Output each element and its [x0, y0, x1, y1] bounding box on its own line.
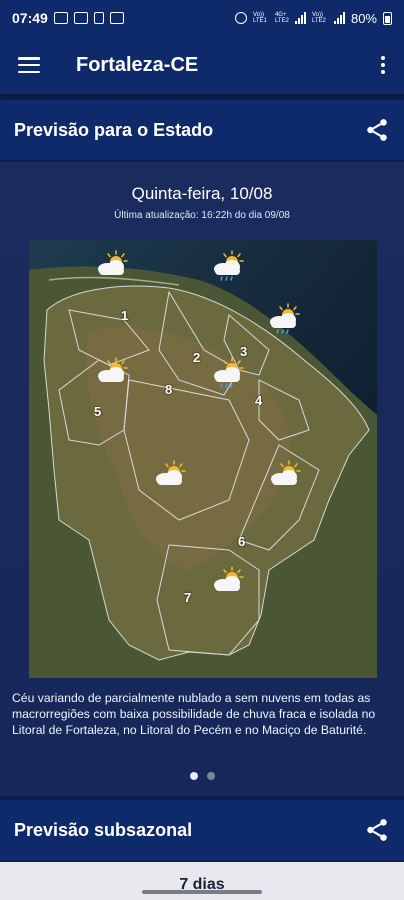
- region-number: 1: [121, 308, 129, 323]
- status-bar: 07:49 Vo)) LTE1 4G+ LTE2 Vo)) LTE2 80%: [0, 0, 404, 36]
- image-icon: [109, 12, 124, 24]
- last-updated: Última atualização: 16:22h do dia 09/08: [114, 210, 290, 221]
- carousel-dot-active[interactable]: [189, 772, 198, 780]
- state-forecast-card: Quinta-feira, 10/08 Última atualização: …: [0, 162, 404, 796]
- partly-cloudy-icon: [95, 357, 129, 385]
- status-time: 07:49: [12, 10, 48, 26]
- app-bar: Fortaleza-CE: [0, 36, 404, 94]
- partly-cloudy-icon: [211, 566, 245, 594]
- forecast-date: Quinta-feira, 10/08: [131, 184, 273, 203]
- notification-icon: [73, 12, 88, 24]
- share-icon[interactable]: [364, 817, 390, 843]
- forecast-description: Céu variando de parcialmente nublado a s…: [12, 691, 376, 737]
- alarm-icon: [234, 12, 247, 24]
- share-icon[interactable]: [364, 117, 390, 143]
- battery-percent: 80%: [350, 10, 377, 26]
- region-number: 8: [165, 382, 173, 397]
- region-number: 6: [238, 534, 246, 549]
- region-number: 2: [193, 350, 201, 365]
- state-forecast-header: Previsão para o Estado: [0, 100, 404, 160]
- ceara-forecast-map[interactable]: 1 2 3 4 5 6 7 8: [29, 240, 377, 678]
- region-number: 3: [240, 344, 248, 359]
- network-label: 4G+ LTE2: [274, 12, 289, 24]
- more-vert-icon[interactable]: [380, 56, 386, 74]
- region-number: 5: [94, 404, 102, 419]
- partly-cloudy-rain-icon: [211, 250, 245, 282]
- region-number: 4: [255, 393, 263, 408]
- map-graphic: [29, 240, 377, 678]
- signal-icon: [294, 12, 306, 24]
- section-title: Previsão subsazonal: [14, 819, 193, 840]
- gesture-nav-handle[interactable]: [142, 890, 262, 894]
- battery-icon: [383, 11, 392, 25]
- hamburger-menu-icon[interactable]: [18, 57, 40, 73]
- partly-cloudy-icon: [95, 250, 129, 278]
- notification-icon: [53, 12, 68, 24]
- section-title: Previsão para o Estado: [14, 119, 214, 140]
- app-title: Fortaleza-CE: [76, 53, 199, 76]
- region-number: 7: [184, 590, 192, 605]
- network-label: Vo)) LTE2: [311, 12, 326, 24]
- partly-cloudy-icon: [268, 460, 302, 488]
- carousel-indicator[interactable]: [0, 772, 404, 780]
- subseasonal-card: 7 dias: [0, 862, 404, 900]
- partly-cloudy-icon: [153, 460, 187, 488]
- network-label: Vo)) LTE1: [252, 12, 267, 24]
- carousel-dot[interactable]: [206, 772, 215, 780]
- lock-icon: [93, 12, 104, 24]
- partly-cloudy-rain-icon: [267, 303, 301, 335]
- signal-icon: [333, 12, 345, 24]
- subseasonal-header: Previsão subsazonal: [0, 800, 404, 860]
- partly-cloudy-rain-icon: [211, 357, 245, 389]
